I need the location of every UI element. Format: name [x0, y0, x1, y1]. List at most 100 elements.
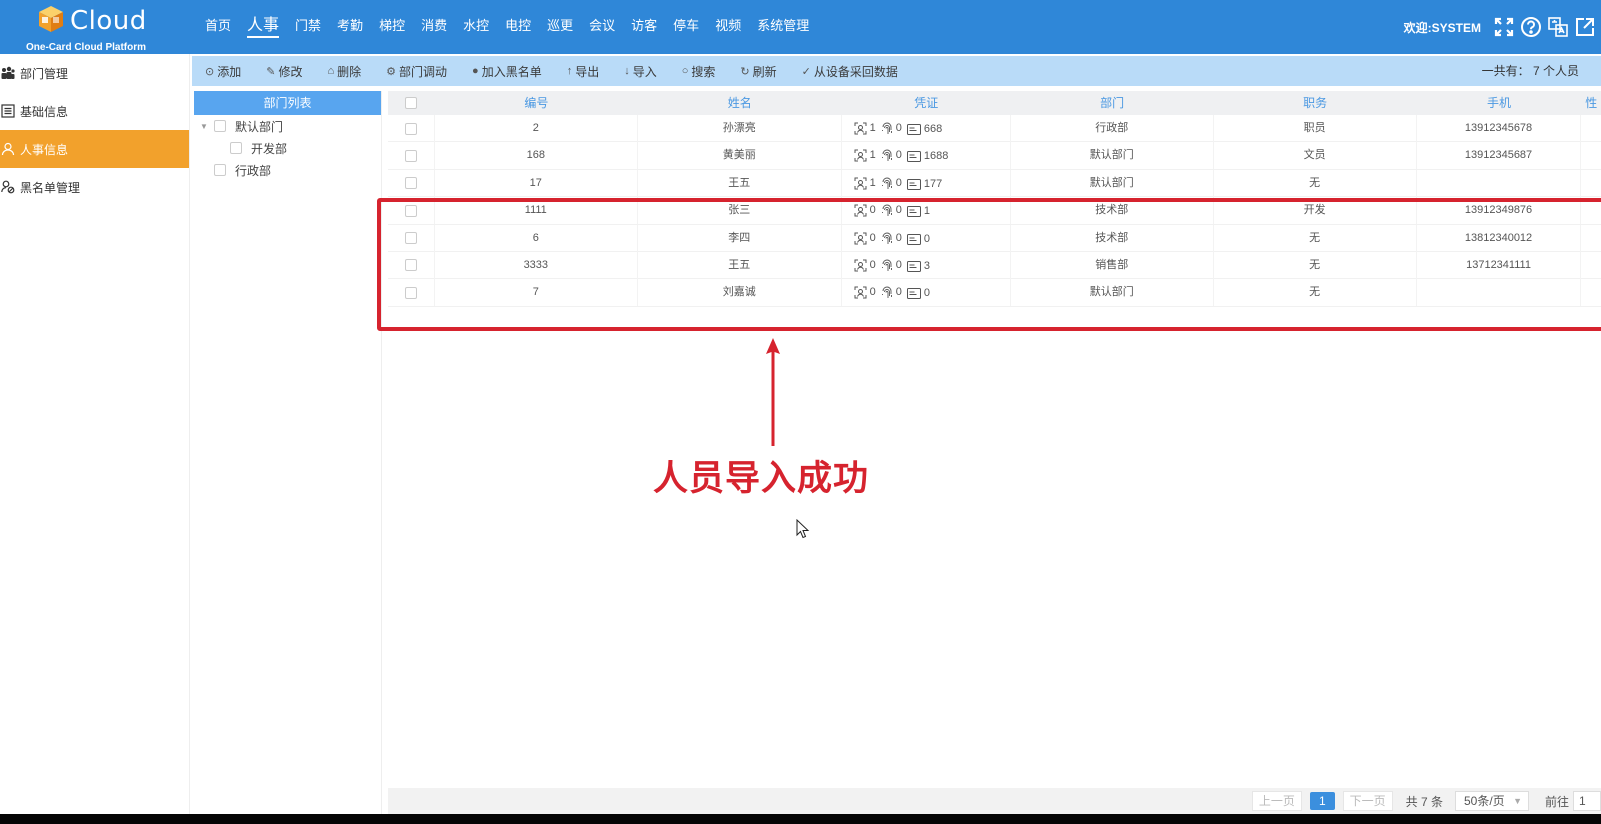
- face-credential: 1: [854, 142, 876, 169]
- cell-phone: [1417, 169, 1582, 197]
- sidebar-item[interactable]: 基础信息: [0, 92, 189, 130]
- col-credential-header[interactable]: 凭证: [842, 91, 1011, 115]
- list-icon: [0, 103, 16, 119]
- card-credential: 3: [906, 253, 930, 279]
- blacklist-add-button[interactable]: ● 加入黑名单: [459, 63, 554, 80]
- cell-job: 文员: [1214, 142, 1417, 170]
- nav-item[interactable]: 访客: [623, 0, 665, 54]
- cell-credential: 1 0 1688: [842, 142, 1011, 170]
- nav-item[interactable]: 考勤: [329, 0, 371, 54]
- export-button[interactable]: ↑ 导出: [554, 63, 612, 80]
- tree-node[interactable]: 开发部: [194, 137, 381, 159]
- table-row[interactable]: 7 刘嘉诚 0 0 0 默认部门无: [388, 279, 1601, 307]
- table-row[interactable]: 168 黄美丽 1 0 1688 默认部门 文员 13912345687: [388, 142, 1601, 170]
- face-credential: 0: [854, 225, 876, 252]
- id-card-icon: [906, 124, 921, 135]
- fingerprint-count: 0: [895, 231, 902, 244]
- cell-name: 王五: [638, 169, 842, 197]
- toolbar-button-label: 搜索: [691, 64, 716, 79]
- col-name-header[interactable]: 姓名: [638, 91, 842, 115]
- nav-item[interactable]: 电控: [497, 0, 539, 54]
- goto-label: 前往: [1544, 794, 1569, 809]
- total-count: 一共有： 7 个人员: [1482, 56, 1579, 86]
- table-row[interactable]: 3333 王五 0 0 3 销售部无 13712341111: [388, 251, 1601, 280]
- trash-button[interactable]: ⌂ 删除: [314, 63, 373, 80]
- search-button[interactable]: ○ 搜索: [669, 63, 728, 80]
- cell-id: 17: [435, 169, 638, 197]
- plus-circle-button[interactable]: ⊙ 添加: [192, 63, 253, 80]
- face-scan-icon: [854, 122, 867, 135]
- toolbar-button-label: 修改: [278, 64, 303, 79]
- tree-node[interactable]: 行政部: [194, 159, 381, 181]
- face-count: 1: [869, 176, 876, 189]
- nav-item[interactable]: 停车: [665, 0, 707, 54]
- face-count: 1: [869, 149, 876, 162]
- logout-icon[interactable]: [1574, 16, 1596, 38]
- nav-item[interactable]: 梯控: [371, 0, 413, 54]
- col-gender-header[interactable]: 性: [1582, 91, 1601, 115]
- row-checkbox[interactable]: [404, 122, 417, 135]
- check-button[interactable]: ✓ 从设备采回数据: [789, 63, 910, 80]
- col-phone-header[interactable]: 手机: [1417, 91, 1582, 115]
- nav-item[interactable]: 系统管理: [749, 0, 817, 54]
- col-id-header[interactable]: 编号: [435, 91, 638, 115]
- col-job-header[interactable]: 职务: [1214, 91, 1417, 115]
- select-all-checkbox[interactable]: [405, 97, 418, 109]
- card-credential: 1: [906, 198, 930, 224]
- transfer-button[interactable]: ⚙ 部门调动: [373, 63, 459, 80]
- row-select-cell: [388, 251, 435, 279]
- sidebar-item-label: 黑名单管理: [20, 180, 81, 195]
- nav-item[interactable]: 门禁: [287, 0, 329, 54]
- tree-node[interactable]: ▼ 默认部门: [194, 115, 381, 137]
- row-checkbox[interactable]: [404, 232, 417, 245]
- table-row[interactable]: 1111 张三 0 0 1 技术部 开发 13912349876: [388, 197, 1601, 225]
- tree-node-checkbox[interactable]: [214, 120, 226, 132]
- goto-page-input[interactable]: 1: [1573, 791, 1601, 811]
- row-select-cell: [388, 169, 435, 197]
- col-dept-header[interactable]: 部门: [1011, 91, 1214, 115]
- help-icon[interactable]: [1520, 16, 1542, 38]
- row-select-cell: [388, 197, 435, 225]
- chevron-down-icon: ▼: [1513, 796, 1522, 806]
- page-number-button[interactable]: 1: [1309, 792, 1335, 810]
- sidebar-item[interactable]: 部门管理: [0, 54, 189, 92]
- table-row[interactable]: 17 王五 1 0 177 默认部门无: [388, 169, 1601, 198]
- cell-gender: [1581, 197, 1601, 224]
- cell-job: 无: [1214, 169, 1417, 197]
- fullscreen-icon[interactable]: [1493, 16, 1515, 38]
- row-checkbox[interactable]: [404, 286, 417, 299]
- total-label: 一共有：: [1481, 64, 1530, 78]
- row-checkbox[interactable]: [404, 149, 417, 162]
- table-row[interactable]: 2 孙漂亮 1 0 668 行政部 职员 13912345678: [388, 115, 1601, 143]
- page-size-select[interactable]: 50条/页 ▼: [1454, 791, 1529, 811]
- row-checkbox[interactable]: [404, 177, 417, 190]
- nav-item[interactable]: 消费: [413, 0, 455, 54]
- cell-name: 孙漂亮: [638, 115, 842, 142]
- nav-item[interactable]: 水控: [455, 0, 497, 54]
- nav-item[interactable]: 会议: [581, 0, 623, 54]
- import-button[interactable]: ↓ 导入: [611, 63, 669, 80]
- nav-item[interactable]: 视频: [707, 0, 749, 54]
- table-row[interactable]: 6 李四 0 0 0 技术部无 13812340012: [388, 224, 1601, 252]
- cell-job: 无: [1214, 224, 1417, 252]
- tree-node-checkbox[interactable]: [230, 142, 242, 154]
- edit-button[interactable]: ✎ 修改: [253, 63, 314, 80]
- caret-down-icon[interactable]: ▼: [200, 122, 208, 131]
- next-page-button[interactable]: 下一页: [1342, 791, 1393, 811]
- row-checkbox[interactable]: [404, 259, 417, 272]
- nav-item[interactable]: 人事: [239, 0, 287, 54]
- language-icon[interactable]: [1547, 16, 1569, 38]
- sidebar-item[interactable]: 黑名单管理: [0, 168, 189, 206]
- fingerprint-count: 0: [895, 286, 902, 299]
- nav-item[interactable]: 巡更: [539, 0, 581, 54]
- prev-page-button[interactable]: 上一页: [1251, 791, 1302, 811]
- cell-dept: 行政部: [1011, 115, 1214, 142]
- cell-name: 王五: [638, 251, 842, 279]
- sidebar-item[interactable]: 人事信息: [0, 130, 189, 168]
- row-checkbox[interactable]: [404, 204, 417, 217]
- face-count: 1: [869, 122, 876, 134]
- plus-circle-icon: ⊙: [205, 65, 215, 78]
- tree-node-checkbox[interactable]: [214, 164, 226, 176]
- refresh-button[interactable]: ↻ 刷新: [727, 63, 788, 80]
- nav-item[interactable]: 首页: [197, 0, 239, 54]
